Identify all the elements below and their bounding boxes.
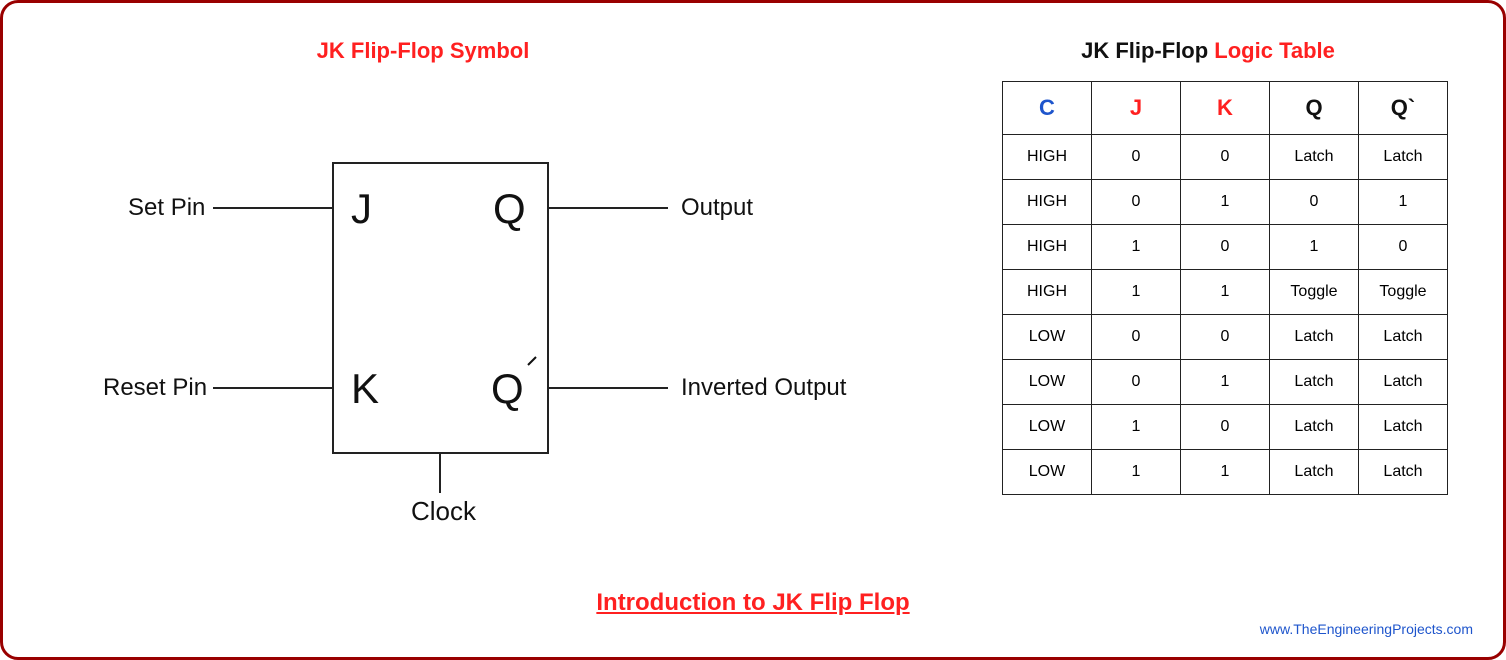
- table-cell-q: Latch: [1270, 360, 1359, 405]
- th-qbar: Q`: [1359, 82, 1448, 135]
- table-cell-c: HIGH: [1003, 270, 1092, 315]
- table-cell-k: 0: [1181, 315, 1270, 360]
- table-row: LOW10LatchLatch: [1003, 405, 1448, 450]
- output-text: Output: [681, 194, 753, 221]
- table-cell-k: 1: [1181, 270, 1270, 315]
- table-cell-q: Latch: [1270, 405, 1359, 450]
- table-cell-c: HIGH: [1003, 180, 1092, 225]
- table-cell-k: 0: [1181, 405, 1270, 450]
- table-row: HIGH0101: [1003, 180, 1448, 225]
- j-pin-label: J: [351, 185, 372, 232]
- table-cell-q: Latch: [1270, 450, 1359, 495]
- table-cell-c: HIGH: [1003, 135, 1092, 180]
- table-title-plain: JK Flip-Flop: [1081, 38, 1214, 63]
- table-cell-j: 1: [1092, 450, 1181, 495]
- table-cell-qbar: Toggle: [1359, 270, 1448, 315]
- table-cell-j: 1: [1092, 270, 1181, 315]
- table-cell-k: 1: [1181, 360, 1270, 405]
- attribution-link: www.TheEngineeringProjects.com: [1260, 621, 1473, 637]
- table-row: LOW11LatchLatch: [1003, 450, 1448, 495]
- clock-text: Clock: [411, 496, 477, 523]
- reset-pin-text: Reset Pin: [103, 374, 207, 401]
- table-row: HIGH1010: [1003, 225, 1448, 270]
- table-cell-qbar: Latch: [1359, 405, 1448, 450]
- table-cell-c: LOW: [1003, 450, 1092, 495]
- table-row: HIGH11ToggleToggle: [1003, 270, 1448, 315]
- table-cell-q: 0: [1270, 180, 1359, 225]
- th-j: J: [1092, 82, 1181, 135]
- table-header-row: C J K Q Q`: [1003, 82, 1448, 135]
- table-row: LOW00LatchLatch: [1003, 315, 1448, 360]
- table-cell-qbar: Latch: [1359, 135, 1448, 180]
- qbar-prime-mark: [528, 357, 536, 365]
- table-cell-c: LOW: [1003, 405, 1092, 450]
- logic-table: C J K Q Q` HIGH00LatchLatchHIGH0101HIGH1…: [1002, 81, 1448, 495]
- table-cell-q: 1: [1270, 225, 1359, 270]
- table-cell-j: 1: [1092, 225, 1181, 270]
- set-pin-text: Set Pin: [128, 194, 205, 221]
- inv-output-text: Inverted Output: [681, 374, 847, 401]
- th-k: K: [1181, 82, 1270, 135]
- table-row: LOW01LatchLatch: [1003, 360, 1448, 405]
- table-cell-q: Latch: [1270, 315, 1359, 360]
- q-pin-label: Q: [493, 185, 526, 232]
- table-cell-j: 0: [1092, 315, 1181, 360]
- table-cell-qbar: Latch: [1359, 360, 1448, 405]
- table-title: JK Flip-Flop Logic Table: [983, 38, 1433, 64]
- footer-title: Introduction to JK Flip Flop: [3, 589, 1503, 617]
- th-q: Q: [1270, 82, 1359, 135]
- k-pin-label: K: [351, 365, 379, 412]
- table-cell-k: 1: [1181, 180, 1270, 225]
- table-row: HIGH00LatchLatch: [1003, 135, 1448, 180]
- table-cell-j: 0: [1092, 180, 1181, 225]
- table-cell-c: HIGH: [1003, 225, 1092, 270]
- table-cell-qbar: 1: [1359, 180, 1448, 225]
- table-cell-j: 0: [1092, 360, 1181, 405]
- table-cell-q: Latch: [1270, 135, 1359, 180]
- table-cell-qbar: 0: [1359, 225, 1448, 270]
- symbol-title: JK Flip-Flop Symbol: [73, 38, 773, 64]
- table-cell-q: Toggle: [1270, 270, 1359, 315]
- symbol-area: J K Q Q Set Pin Reset Pin Output Inverte…: [73, 123, 853, 523]
- th-c: C: [1003, 82, 1092, 135]
- table-cell-qbar: Latch: [1359, 315, 1448, 360]
- diagram-frame: JK Flip-Flop Symbol JK Flip-Flop Logic T…: [0, 0, 1506, 660]
- table-cell-k: 0: [1181, 135, 1270, 180]
- table-cell-j: 0: [1092, 135, 1181, 180]
- table-cell-j: 1: [1092, 405, 1181, 450]
- table-title-red: Logic Table: [1214, 38, 1335, 63]
- table-cell-c: LOW: [1003, 360, 1092, 405]
- table-body: HIGH00LatchLatchHIGH0101HIGH1010HIGH11To…: [1003, 135, 1448, 495]
- qbar-pin-label: Q: [491, 365, 524, 412]
- table-cell-k: 1: [1181, 450, 1270, 495]
- flipflop-symbol-svg: J K Q Q Set Pin Reset Pin Output Inverte…: [73, 123, 853, 523]
- table-cell-k: 0: [1181, 225, 1270, 270]
- table-cell-c: LOW: [1003, 315, 1092, 360]
- table-cell-qbar: Latch: [1359, 450, 1448, 495]
